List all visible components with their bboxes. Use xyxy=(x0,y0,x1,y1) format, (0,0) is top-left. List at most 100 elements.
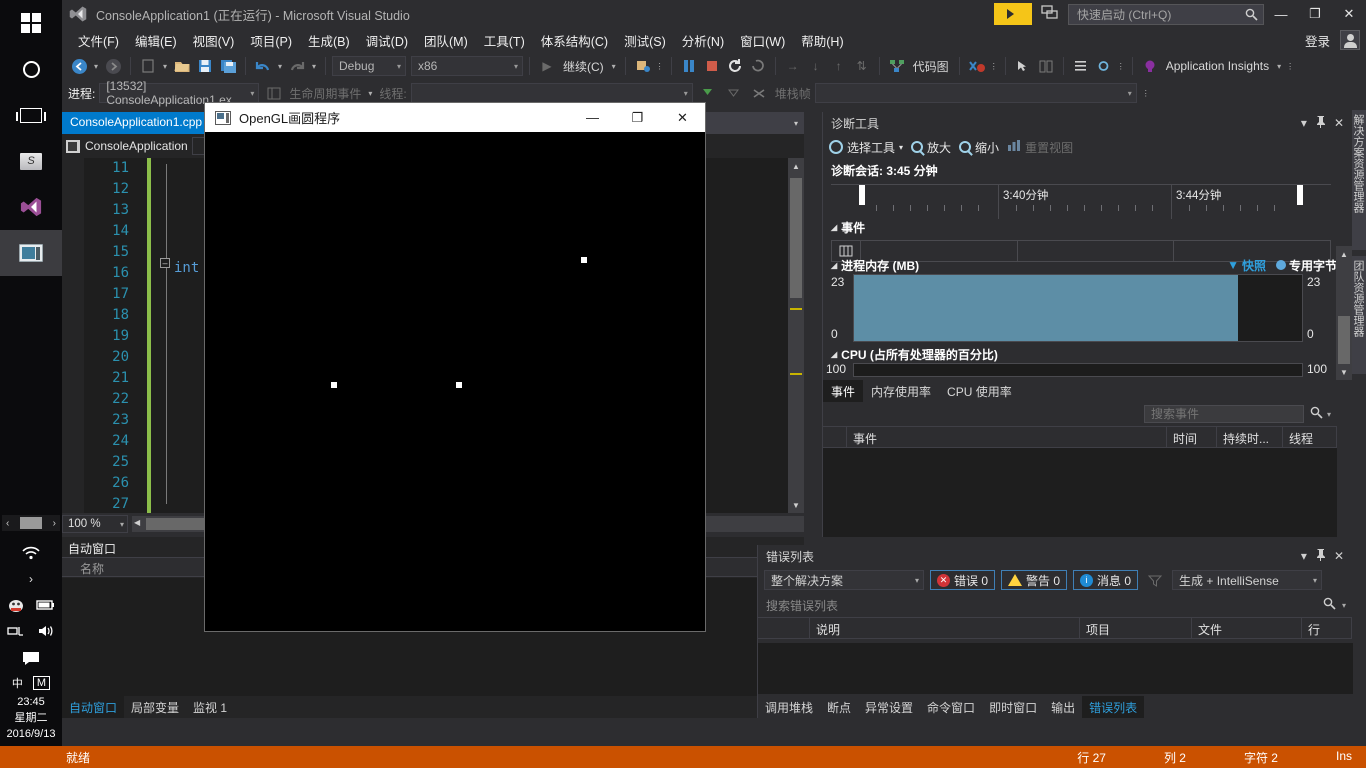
cpu-graph[interactable] xyxy=(853,363,1303,377)
tab-autos[interactable]: 自动窗口 xyxy=(62,696,125,718)
undo-button[interactable] xyxy=(252,55,274,77)
settings-gear-button[interactable] xyxy=(1093,55,1115,77)
tray-icons-row-2[interactable] xyxy=(0,618,62,644)
events-section-header[interactable]: ◢ 事件 xyxy=(829,218,865,236)
lifecycle-events-icon[interactable] xyxy=(263,82,285,104)
menu-item-project[interactable]: 项目(P) xyxy=(242,29,300,52)
menu-item-window[interactable]: 窗口(W) xyxy=(732,29,793,52)
events-search-input[interactable] xyxy=(1143,405,1304,423)
menu-item-test[interactable]: 测试(S) xyxy=(616,29,674,52)
opengl-title-bar[interactable]: OpenGL画圆程序 — ❐ ✕ xyxy=(205,103,705,132)
editor-gutter[interactable] xyxy=(62,158,84,513)
attach-caret-icon[interactable]: ⋮ xyxy=(655,62,665,71)
application-insights-button[interactable]: Application Insights xyxy=(1162,59,1273,73)
events-col-duration[interactable]: 持续时... xyxy=(1217,427,1283,447)
vtab-team-explorer[interactable]: 团队资源管理器 xyxy=(1352,256,1366,374)
document-tab-active[interactable]: ConsoleApplication1.cpp xyxy=(62,112,210,134)
skype-button[interactable]: S xyxy=(0,138,62,184)
tab-error-list[interactable]: 错误列表 xyxy=(1082,696,1145,718)
editor-scroll-thumb[interactable] xyxy=(790,178,802,298)
task-view-button[interactable] xyxy=(0,92,62,138)
intellitrace-caret-icon[interactable]: ⋮ xyxy=(989,62,999,71)
restart-button[interactable] xyxy=(724,55,746,77)
feedback-icon[interactable] xyxy=(1040,4,1062,24)
search-icon[interactable] xyxy=(1245,8,1258,24)
error-search-icon[interactable] xyxy=(1323,597,1342,613)
visual-studio-button[interactable] xyxy=(0,184,62,230)
tab-immediate-window[interactable]: 即时窗口 xyxy=(982,696,1044,718)
app-insights-caret-icon[interactable]: ▾ xyxy=(1274,62,1284,71)
opengl-close-button[interactable]: ✕ xyxy=(660,103,705,132)
solution-platform-combo[interactable]: x86 ▾ xyxy=(411,56,523,76)
taskbar-scrollbar[interactable]: ‹ › xyxy=(2,515,60,531)
menu-item-view[interactable]: 视图(V) xyxy=(185,29,243,52)
close-icon[interactable]: ✕ xyxy=(1334,116,1344,130)
stop-debugging-button[interactable] xyxy=(701,55,723,77)
events-col-thread[interactable]: 线程 xyxy=(1283,427,1337,447)
diagnostic-timeline[interactable]: 3:40分钟 3:44分钟 xyxy=(831,184,1331,219)
undo-caret-icon[interactable]: ▾ xyxy=(275,62,285,71)
menu-item-team[interactable]: 团队(M) xyxy=(416,29,476,52)
step-marker-button[interactable]: ⇅ xyxy=(851,55,873,77)
solution-configuration-combo[interactable]: Debug ▾ xyxy=(332,56,406,76)
tab-watch-1[interactable]: 监视 1 xyxy=(186,696,234,718)
menu-item-file[interactable]: 文件(F) xyxy=(70,29,127,52)
search-icon-events[interactable] xyxy=(1310,406,1323,422)
expand-triangle-icon-memory[interactable]: ◢ xyxy=(831,261,837,270)
chevron-down-icon-2[interactable]: ▾ xyxy=(514,62,518,71)
expand-triangle-icon[interactable]: ◢ xyxy=(831,223,837,232)
zoom-level-combo[interactable]: 100 % ▾ xyxy=(62,515,128,533)
scope-combo[interactable]: 整个解决方案 ▾ xyxy=(764,570,924,590)
scroll-left-arrow[interactable]: ‹ xyxy=(2,518,13,529)
outlining-collapse-box[interactable]: – xyxy=(160,258,170,268)
ime-chinese-icon[interactable]: 中 xyxy=(12,675,23,691)
tab-list-caret-icon[interactable]: ▾ xyxy=(794,119,798,128)
wifi-row[interactable] xyxy=(0,540,62,566)
show-next-statement-button[interactable] xyxy=(747,55,769,77)
settings-caret-icon[interactable]: ⋮ xyxy=(1116,62,1126,71)
error-panel-close-icon[interactable]: ✕ xyxy=(1334,549,1344,563)
memory-graph[interactable] xyxy=(853,274,1303,342)
events-table-body[interactable] xyxy=(823,448,1337,537)
account-icon[interactable] xyxy=(1340,30,1360,50)
menu-item-debug[interactable]: 调试(D) xyxy=(358,29,416,52)
errors-filter-button[interactable]: ✕ 错误 0 xyxy=(930,570,996,590)
panel-menu-caret-icon[interactable]: ▾ xyxy=(1301,116,1307,130)
stack-frame-chevron-icon[interactable]: ▾ xyxy=(1128,89,1132,98)
intellitrace-button[interactable] xyxy=(966,55,988,77)
new-item-caret-icon[interactable]: ▾ xyxy=(160,62,170,71)
error-panel-pin-icon[interactable] xyxy=(1315,548,1326,564)
show-threads-icon[interactable] xyxy=(749,82,771,104)
tab-command-window[interactable]: 命令窗口 xyxy=(920,696,982,718)
attach-process-button[interactable] xyxy=(632,55,654,77)
list-button[interactable] xyxy=(1070,55,1092,77)
stack-frame-combo[interactable]: ▾ xyxy=(814,83,1137,103)
thread-combo[interactable]: ▾ xyxy=(410,83,693,103)
tab-events[interactable]: 事件 xyxy=(823,380,864,402)
breadcrumb-scope[interactable]: ConsoleApplication xyxy=(85,139,188,153)
menu-item-architecture[interactable]: 体系结构(C) xyxy=(533,29,616,52)
timeline-marker-start[interactable] xyxy=(859,185,865,205)
start-debugging-button[interactable]: ▶ xyxy=(536,55,558,77)
chevron-down-icon[interactable]: ▾ xyxy=(397,62,401,71)
tray-expand-row[interactable]: › xyxy=(0,566,62,592)
opengl-window[interactable]: OpenGL画圆程序 — ❐ ✕ xyxy=(204,102,706,632)
lifecycle-caret-icon[interactable]: ▾ xyxy=(365,89,375,98)
error-search-caret-icon[interactable]: ▾ xyxy=(1342,601,1352,610)
zoom-chevron-icon[interactable]: ▾ xyxy=(120,520,124,529)
unflag-thread-icon[interactable] xyxy=(723,82,745,104)
tray-icons-row-1[interactable] xyxy=(0,592,62,618)
menu-item-build[interactable]: 生成(B) xyxy=(300,29,358,52)
vtab-solution-explorer[interactable]: 解决方案资源管理器 xyxy=(1352,110,1366,250)
tab-memory-usage[interactable]: 内存使用率 xyxy=(863,380,939,402)
diag-scroll-down-arrow[interactable]: ▼ xyxy=(1336,364,1352,380)
step-over-button[interactable]: → xyxy=(782,55,804,77)
taskbar-clock[interactable]: 23:45 星期二 2016/9/13 xyxy=(0,694,62,742)
error-col-file[interactable]: 文件 xyxy=(1192,618,1302,638)
restore-button[interactable]: ❐ xyxy=(1298,0,1332,28)
search-options-caret-icon[interactable]: ▾ xyxy=(1327,410,1337,419)
continue-button-label[interactable]: 继续(C) xyxy=(559,58,608,75)
pin-icon[interactable] xyxy=(1315,115,1326,131)
error-col-project[interactable]: 项目 xyxy=(1080,618,1192,638)
build-filter-combo[interactable]: 生成 + IntelliSense ▾ xyxy=(1172,570,1323,590)
